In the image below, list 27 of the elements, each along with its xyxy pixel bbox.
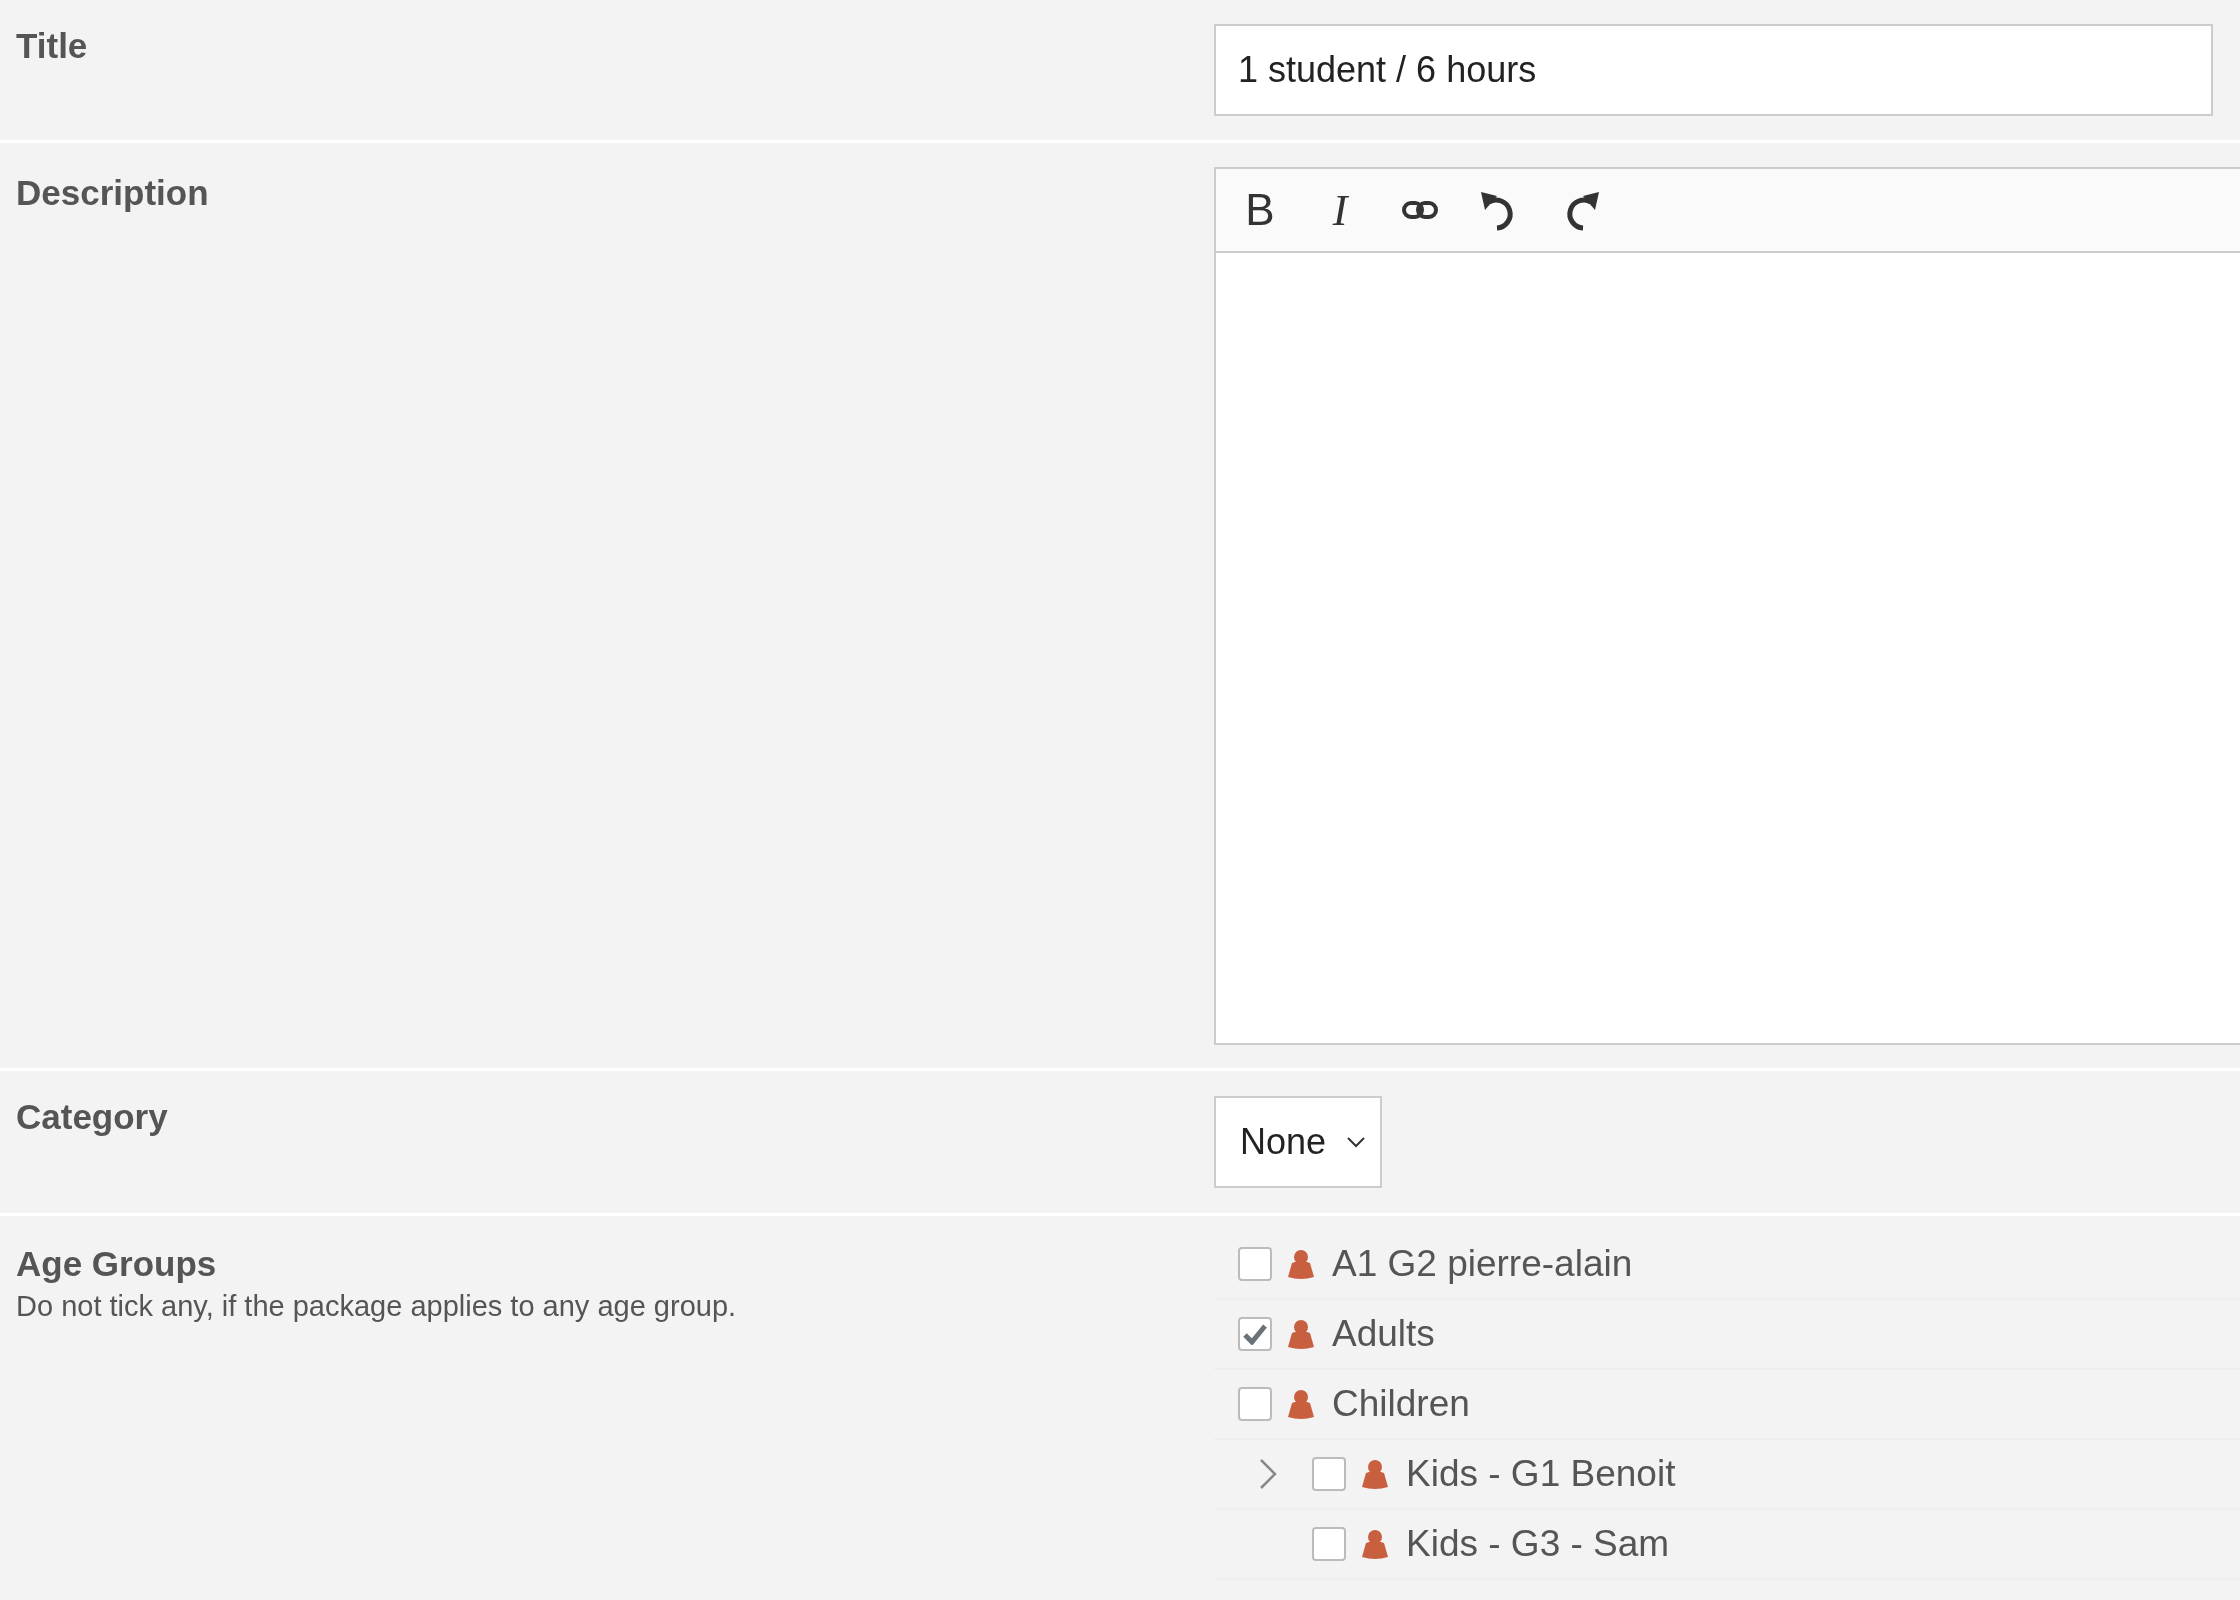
checkbox[interactable] — [1238, 1247, 1272, 1281]
person-icon — [1288, 1319, 1314, 1349]
field-label: Age Groups — [16, 1244, 218, 1284]
italic-button[interactable]: I — [1310, 180, 1370, 240]
field-label: Category — [16, 1097, 169, 1137]
chevron-icon[interactable] — [1258, 1458, 1278, 1490]
group-label: Children — [1332, 1383, 1470, 1425]
checkbox[interactable] — [1238, 1387, 1272, 1421]
link-icon — [1402, 199, 1438, 221]
person-icon — [1362, 1459, 1388, 1489]
group-label: Adults — [1332, 1313, 1435, 1355]
group-label: Kids - G1 Benoit — [1406, 1453, 1676, 1495]
category-select[interactable]: None — [1214, 1096, 1383, 1188]
bold-button[interactable]: B — [1230, 180, 1290, 240]
group-label: Kids - G3 - Sam — [1406, 1523, 1670, 1565]
checkbox[interactable] — [1238, 1317, 1272, 1351]
field-hint: Do not tick any, if the package applies to any age group. — [16, 1290, 738, 1323]
person-icon — [1362, 1529, 1388, 1559]
person-icon — [1288, 1389, 1314, 1419]
title-input[interactable]: 1 student / 6 hours — [1214, 24, 2213, 116]
person-icon — [1288, 1249, 1314, 1279]
field-label: Description — [16, 173, 210, 213]
group-label: A1 G2 pierre-alain — [1332, 1243, 1633, 1285]
field-label: Title — [16, 26, 89, 66]
checkbox[interactable] — [1312, 1527, 1346, 1561]
caret-icon — [1346, 1136, 1367, 1148]
checkbox[interactable] — [1312, 1457, 1346, 1491]
